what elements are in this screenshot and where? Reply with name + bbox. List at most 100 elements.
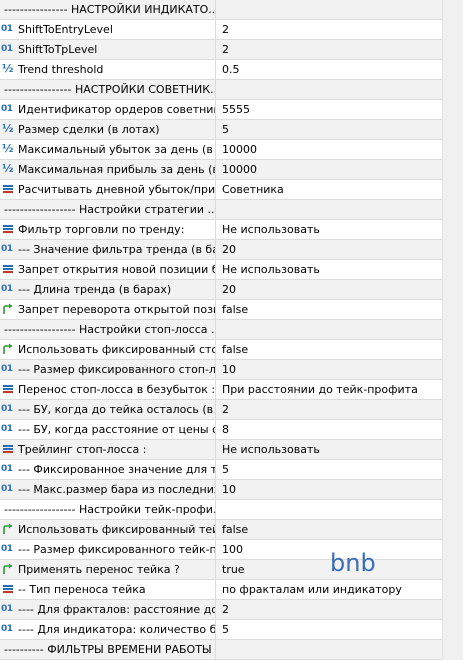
parameter-value-cell[interactable]: 10000 [216, 140, 442, 159]
parameter-value-cell[interactable]: 10000 [216, 160, 442, 179]
parameter-name: Запрет переворота открытой позиц... [18, 303, 215, 316]
parameter-value[interactable]: 5 [222, 463, 229, 476]
parameter-value-cell[interactable]: true [216, 560, 442, 579]
parameter-value-cell[interactable]: 2 [216, 600, 442, 619]
parameter-value-cell[interactable]: 20 [216, 240, 442, 259]
parameter-row[interactable]: 01 --- Длина тренда (в барах) 20 [0, 280, 442, 300]
parameter-row[interactable]: ½ Максимальный убыток за день (в е... 1000… [0, 140, 442, 160]
parameter-row[interactable]: 01 --- Размер фиксированного стоп-лос... 1… [0, 360, 442, 380]
parameter-value-cell[interactable]: 20 [216, 280, 442, 299]
parameter-row[interactable]: 01 --- Значение фильтра тренда (в бара...… [0, 240, 442, 260]
parameter-value[interactable]: true [222, 563, 245, 576]
parameter-value[interactable]: по фракталам или индикатору [222, 583, 402, 596]
parameter-value[interactable]: false [222, 343, 248, 356]
parameter-value-cell[interactable]: 5 [216, 460, 442, 479]
parameter-value[interactable]: 2 [222, 23, 229, 36]
parameter-name-cell: Запрет переворота открытой позиц... [0, 300, 216, 319]
parameter-row[interactable]: ½ Trend threshold 0.5 [0, 60, 442, 80]
parameter-value-cell[interactable]: Не использовать [216, 220, 442, 239]
parameter-name-cell: Применять перенос тейка ? [0, 560, 216, 579]
section-header-row: ------------------ Настройки стратегии .… [0, 200, 442, 220]
parameter-value-cell[interactable]: по фракталам или индикатору [216, 580, 442, 599]
parameter-row[interactable]: 01 --- БУ, когда расстояние от цены от...… [0, 420, 442, 440]
parameter-value-cell[interactable]: 5555 [216, 100, 442, 119]
parameter-row[interactable]: -- Тип переноса тейка по фракталам или ин… [0, 580, 442, 600]
parameter-value-cell[interactable]: Не использовать [216, 260, 442, 279]
parameter-value[interactable]: 5555 [222, 103, 250, 116]
parameter-row[interactable]: 01 ShiftToTpLevel 2 [0, 40, 442, 60]
parameter-value[interactable]: 2 [222, 403, 229, 416]
parameter-row[interactable]: ½ Максимальная прибыль за день (в е... 100… [0, 160, 442, 180]
parameter-value[interactable]: false [222, 523, 248, 536]
parameter-value-cell[interactable]: 0.5 [216, 60, 442, 79]
parameter-value[interactable]: 5 [222, 123, 229, 136]
parameter-value-cell[interactable]: 2 [216, 20, 442, 39]
parameter-value-cell[interactable]: Не использовать [216, 440, 442, 459]
parameter-name: Трейлинг стоп-лосса : [18, 443, 147, 456]
parameter-value[interactable]: 2 [222, 43, 229, 56]
parameter-row[interactable]: Расчитывать дневной убыток/приб... Советн… [0, 180, 442, 200]
parameter-value[interactable]: 8 [222, 423, 229, 436]
parameter-value[interactable]: 0.5 [222, 63, 240, 76]
parameter-row[interactable]: 01 ---- Для индикатора: количество ба... 5 [0, 620, 442, 640]
parameter-row[interactable]: Запрет переворота открытой позиц... false [0, 300, 442, 320]
parameter-name: --- БУ, когда до тейка осталось (в т... [18, 403, 216, 416]
parameter-value[interactable]: false [222, 303, 248, 316]
parameter-row[interactable]: 01 --- Фиксированное значение для тр... 5 [0, 460, 442, 480]
parameter-row[interactable]: Запрет открытия новой позиции бе... Не ис… [0, 260, 442, 280]
parameter-row[interactable]: 01 --- Размер фиксированного тейк-пр... 10… [0, 540, 442, 560]
bool-arrow-icon [3, 523, 13, 534]
parameter-value[interactable]: Не использовать [222, 223, 320, 236]
double-type-icon: ½ [2, 122, 14, 135]
section-header-row: ----------------- НАСТРОЙКИ СОВЕТНИК... [0, 80, 442, 100]
parameter-value[interactable]: Советника [222, 183, 284, 196]
parameter-value-cell[interactable]: 8 [216, 420, 442, 439]
parameter-row[interactable]: Применять перенос тейка ? true [0, 560, 442, 580]
section-title: ------------------ Настройки стоп-лосса … [4, 323, 216, 336]
parameter-value-cell[interactable]: 2 [216, 40, 442, 59]
parameter-row[interactable]: Фильтр торговли по тренду: Не использоват… [0, 220, 442, 240]
parameter-value[interactable]: 5 [222, 623, 229, 636]
parameter-value[interactable]: 10000 [222, 163, 257, 176]
parameter-value[interactable]: Не использовать [222, 263, 320, 276]
parameter-name: --- Размер фиксированного стоп-лос... [18, 363, 216, 376]
parameter-name-cell: 01 --- Значение фильтра тренда (в бара... [0, 240, 216, 259]
parameter-value-cell[interactable]: 10 [216, 480, 442, 499]
parameter-row[interactable]: ½ Размер сделки (в лотах) 5 [0, 120, 442, 140]
watermark-text: bnb [330, 549, 376, 577]
parameter-value[interactable]: 20 [222, 243, 236, 256]
parameter-value[interactable]: 10 [222, 363, 236, 376]
parameter-value-cell[interactable]: 5 [216, 120, 442, 139]
parameter-row[interactable]: 01 Идентификатор ордеров советника... 5555 [0, 100, 442, 120]
parameter-row[interactable]: Использовать фиксированный стоп-... false [0, 340, 442, 360]
parameter-row[interactable]: 01 --- Макс.размер бара из последних (...… [0, 480, 442, 500]
enum-list-icon [3, 585, 13, 593]
parameter-row[interactable]: Трейлинг стоп-лосса : Не использовать [0, 440, 442, 460]
parameter-name-cell: ------------------ Настройки стоп-лосса … [0, 320, 216, 339]
parameter-value-cell[interactable]: 5 [216, 620, 442, 639]
parameter-value[interactable]: 10000 [222, 143, 257, 156]
parameter-value[interactable]: 2 [222, 603, 229, 616]
parameter-value[interactable]: Не использовать [222, 443, 320, 456]
section-header-row: ---------------- НАСТРОЙКИ ИНДИКАТО... [0, 0, 442, 20]
parameter-name-cell: ½ Trend threshold [0, 60, 216, 79]
parameter-name: --- Длина тренда (в барах) [18, 283, 172, 296]
parameter-value-cell[interactable]: false [216, 520, 442, 539]
parameter-value-cell[interactable]: 100 [216, 540, 442, 559]
parameter-row[interactable]: 01 ShiftToEntryLevel 2 [0, 20, 442, 40]
parameter-row[interactable]: Перенос стоп-лосса в безубыток : При расс… [0, 380, 442, 400]
vertical-scrollbar[interactable] [442, 0, 463, 660]
parameter-value-cell[interactable]: false [216, 340, 442, 359]
parameter-value-cell[interactable]: 10 [216, 360, 442, 379]
parameter-value[interactable]: 20 [222, 283, 236, 296]
parameter-value-cell[interactable]: Советника [216, 180, 442, 199]
parameter-value-cell[interactable]: 2 [216, 400, 442, 419]
parameter-value-cell[interactable]: При расстоянии до тейк-профита [216, 380, 442, 399]
parameter-value[interactable]: При расстоянии до тейк-профита [222, 383, 418, 396]
parameter-value[interactable]: 10 [222, 483, 236, 496]
parameter-row[interactable]: 01 --- БУ, когда до тейка осталось (в т..… [0, 400, 442, 420]
parameter-value[interactable]: 100 [222, 543, 243, 556]
parameter-value-cell[interactable]: false [216, 300, 442, 319]
parameter-row[interactable]: 01 ---- Для фракталов: расстояние до ... 2 [0, 600, 442, 620]
parameter-row[interactable]: Использовать фиксированный тейк... false [0, 520, 442, 540]
